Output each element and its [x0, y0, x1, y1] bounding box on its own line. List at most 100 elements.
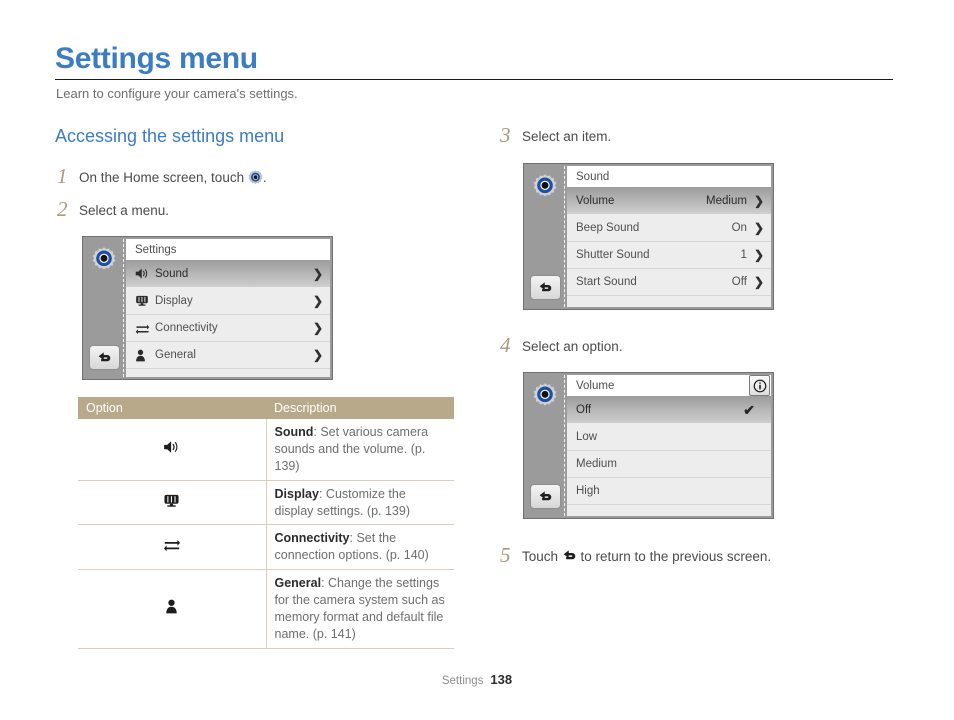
settings-list-filler [126, 368, 330, 377]
volume-row-low[interactable]: Low [567, 423, 771, 450]
sound-screen-list: Volume Medium ❯ Beep Sound On ❯ Shutter … [567, 187, 771, 307]
connectivity-icon [135, 322, 155, 335]
volume-screen-body: Volume Off ✔ Low Medium High [567, 375, 771, 516]
step-1: 1 On the Home screen, touch . [57, 166, 457, 187]
table-header-option: Option [78, 397, 266, 419]
sound-row-label: Start Sound [576, 276, 637, 288]
table-cell-description: Connectivity: Set the connection options… [266, 524, 454, 571]
step-1-text: On the Home screen, touch . [79, 166, 267, 187]
step-5: 5 Touch to return to the previous screen… [500, 545, 920, 566]
settings-screen-title-text: Settings [135, 243, 177, 256]
sound-row-volume[interactable]: Volume Medium ❯ [567, 187, 771, 214]
step-1-text-after: . [262, 170, 267, 185]
step-3-number: 3 [500, 123, 511, 147]
chevron-right-icon: ❯ [753, 248, 764, 262]
settings-gear-icon [532, 382, 558, 408]
table-term: General [274, 576, 322, 591]
settings-gear-icon [91, 246, 117, 272]
page-subtitle: Learn to configure your camera's setting… [56, 86, 298, 101]
display-icon [135, 294, 155, 307]
back-arrow-icon [562, 549, 577, 563]
sound-row-value: Off [731, 276, 747, 288]
sound-row-label: Beep Sound [576, 221, 640, 234]
settings-row-label: General [155, 349, 196, 361]
chevron-right-icon: ❯ [753, 193, 764, 208]
chevron-right-icon: ❯ [312, 266, 323, 281]
sound-screen-body: Sound Volume Medium ❯ Beep Sound On ❯ Sh… [567, 166, 771, 307]
back-button[interactable] [89, 345, 120, 370]
step-5-text-before: Touch [522, 549, 562, 564]
chevron-right-icon: ❯ [312, 321, 323, 335]
volume-screen-title-text: Volume [576, 379, 615, 392]
info-icon[interactable] [749, 375, 770, 396]
table-row: Connectivity: Set the connection options… [78, 524, 454, 571]
table-term: Sound [274, 425, 314, 439]
settings-row-sound[interactable]: Sound ❯ [126, 260, 330, 287]
settings-row-connectivity[interactable]: Connectivity ❯ [126, 314, 330, 341]
step-5-text: Touch to return to the previous screen. [522, 545, 771, 566]
sound-row-shutter[interactable]: Shutter Sound 1 ❯ [567, 241, 771, 268]
display-icon [78, 480, 267, 526]
table-term: Connectivity [274, 531, 350, 546]
back-arrow-icon [98, 351, 111, 361]
camera-screen-settings: Settings Sound ❯ Display ❯ Connectivity … [82, 236, 333, 380]
sound-row-value: On [731, 221, 747, 234]
sound-row-beep[interactable]: Beep Sound On ❯ [567, 214, 771, 241]
volume-row-label: High [576, 485, 600, 497]
back-button[interactable] [530, 484, 561, 509]
chevron-right-icon: ❯ [753, 220, 764, 235]
settings-screen-title: Settings [126, 239, 330, 260]
settings-screen-list: Sound ❯ Display ❯ Connectivity ❯ General… [126, 260, 330, 377]
sound-row-label: Volume [576, 194, 615, 207]
check-icon: ✔ [743, 401, 755, 418]
table-header-row: Option Description [78, 397, 454, 419]
sound-row-value: Medium [706, 194, 747, 207]
table-row: General: Change the settings for the cam… [78, 569, 454, 649]
back-arrow-icon [539, 281, 552, 291]
sound-row-label: Shutter Sound [576, 249, 650, 261]
table-row: Display: Customize the display settings.… [78, 480, 454, 526]
volume-row-high[interactable]: High [567, 477, 771, 504]
step-5-text-after: to return to the previous screen. [576, 549, 772, 564]
page-title: Settings menu [55, 42, 258, 75]
chevron-right-icon: ❯ [312, 348, 323, 362]
connectivity-icon [78, 524, 267, 571]
settings-row-label: Display [155, 294, 193, 307]
volume-row-medium[interactable]: Medium [567, 450, 771, 477]
table-cell-description: Display: Customize the display settings.… [266, 480, 454, 526]
sound-screen-title-text: Sound [576, 170, 610, 183]
chevron-right-icon: ❯ [753, 275, 764, 289]
title-divider [55, 79, 893, 80]
step-4: 4 Select an option. [500, 335, 900, 356]
back-arrow-icon [539, 490, 552, 500]
volume-row-off[interactable]: Off ✔ [567, 396, 771, 423]
step-2-number: 2 [57, 197, 68, 221]
footer-label: Settings [441, 675, 484, 687]
camera-screen-volume: Volume Off ✔ Low Medium High [523, 372, 774, 519]
step-1-number: 1 [57, 164, 68, 188]
footer: Settings 138 [0, 672, 954, 687]
speaker-icon [78, 419, 267, 481]
page-number: 138 [490, 672, 513, 687]
step-2: 2 Select a menu. [57, 199, 457, 220]
general-person-icon [135, 349, 155, 362]
step-5-number: 5 [500, 543, 511, 567]
general-person-icon [78, 569, 267, 649]
sound-row-start[interactable]: Start Sound Off ❯ [567, 268, 771, 295]
settings-row-label: Sound [155, 267, 189, 280]
sound-list-filler [567, 295, 771, 307]
settings-gear-icon [248, 170, 263, 185]
settings-screen-body: Settings Sound ❯ Display ❯ Connectivity … [126, 239, 330, 377]
table-row: Sound: Set various camera sounds and the… [78, 419, 454, 481]
back-button[interactable] [530, 275, 561, 300]
step-2-text: Select a menu. [79, 203, 170, 218]
settings-row-label: Connectivity [155, 322, 218, 334]
settings-row-display[interactable]: Display ❯ [126, 287, 330, 314]
volume-row-label: Low [576, 430, 598, 443]
sound-screen-sidebar [526, 166, 565, 307]
volume-list-filler [567, 504, 771, 516]
table-term: Display [274, 486, 319, 501]
table-header-description: Description [266, 397, 454, 419]
sound-row-value: 1 [740, 249, 747, 261]
settings-row-general[interactable]: General ❯ [126, 341, 330, 368]
